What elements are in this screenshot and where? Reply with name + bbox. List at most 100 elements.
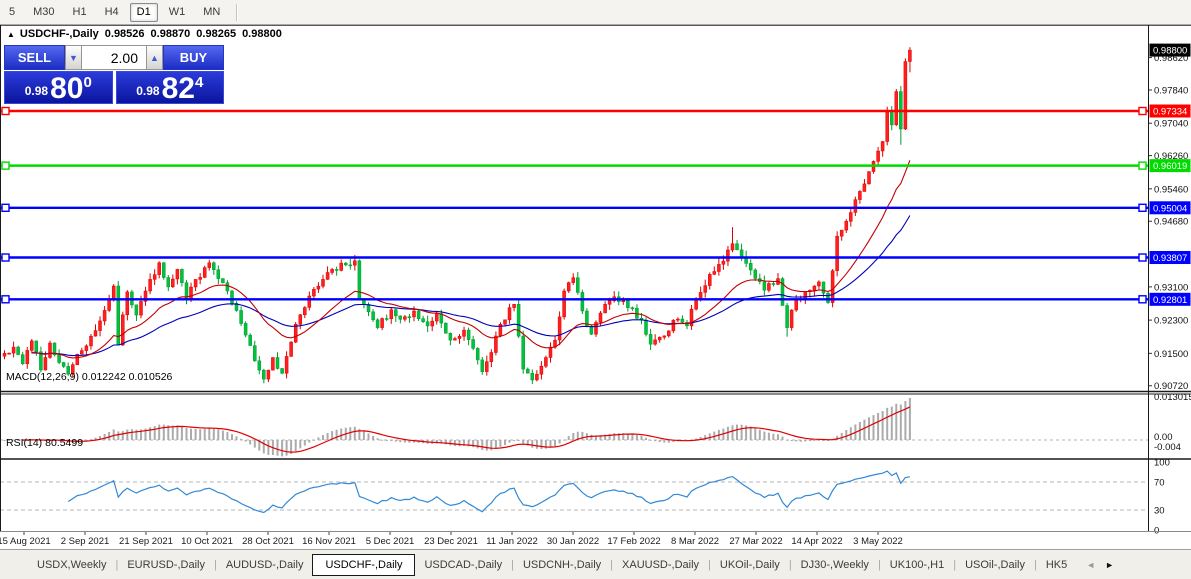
date-label: 3 May 2022: [853, 536, 903, 547]
close-value: 0.98800: [242, 28, 282, 40]
timeframe-button-d1[interactable]: D1: [130, 3, 158, 22]
horizontal-line-0.92801[interactable]: 0.92801: [1, 293, 1191, 306]
horizontal-line-0.93807[interactable]: 0.93807: [1, 251, 1191, 264]
macd-axis-label: -0.004: [1154, 442, 1181, 453]
bid-price-main: 80: [50, 75, 83, 102]
chart-window: 0.973340.960190.950040.938070.928010.986…: [0, 25, 1191, 549]
macd-indicator: [0, 398, 1148, 456]
horizontal-line-0.95004[interactable]: 0.95004: [1, 201, 1191, 214]
line-handle[interactable]: [1139, 108, 1146, 115]
svg-text:0.97840: 0.97840: [1154, 85, 1188, 96]
macd-indicator-header: MACD(12,26,9) 0.012242 0.010526: [6, 371, 172, 383]
tab-scroll-left-icon[interactable]: ◄: [1086, 560, 1095, 570]
line-handle[interactable]: [2, 162, 9, 169]
tab-dj30-weekly[interactable]: DJ30-,Weekly: [792, 555, 878, 575]
macd-label: MACD(12,26,9): [6, 371, 79, 383]
tab-audusd-daily[interactable]: AUDUSD-,Daily: [217, 555, 313, 575]
date-label: 21 Sep 2021: [119, 536, 173, 547]
date-label: 16 Nov 2021: [302, 536, 356, 547]
toolbar-separator: [236, 4, 238, 21]
tab-usoil-daily[interactable]: USOil-,Daily: [956, 555, 1034, 575]
timeframe-toolbar: 5M30 H1H4D1W1MN: [0, 0, 1191, 25]
moving-averages: [32, 160, 910, 358]
line-handle[interactable]: [2, 108, 9, 115]
volume-input[interactable]: [82, 45, 146, 70]
symbol-tab-bar: USDX,Weekly|EURUSD-,Daily|AUDUSD-,DailyU…: [0, 549, 1191, 579]
svg-text:0.92801: 0.92801: [1153, 295, 1187, 306]
tab-usdcad-daily[interactable]: USDCAD-,Daily: [415, 555, 511, 575]
volume-increase-button[interactable]: ▲: [146, 45, 163, 70]
volume-decrease-button[interactable]: ▼: [65, 45, 82, 70]
svg-text:0.92300: 0.92300: [1154, 316, 1188, 327]
tab-uk100-h1[interactable]: UK100-,H1: [881, 555, 953, 575]
timeframe-button-mn[interactable]: MN: [196, 3, 227, 22]
line-handle[interactable]: [1139, 254, 1146, 261]
spin-down-icon: ▼: [69, 53, 78, 63]
price-axis[interactable]: 0.986200.978400.970400.962600.954600.946…: [1148, 44, 1191, 537]
horizontal-line-0.97334[interactable]: 0.97334: [1, 105, 1191, 118]
date-label: 5 Dec 2021: [366, 536, 415, 547]
date-label: 14 Apr 2022: [791, 536, 842, 547]
sell-button[interactable]: SELL: [4, 45, 65, 70]
open-value: 0.98526: [105, 28, 145, 40]
symbol-label: USDCHF-,Daily: [20, 28, 99, 40]
rsi-axis-label: 70: [1154, 478, 1165, 489]
rsi-value: 80.5499: [45, 437, 83, 449]
timeframe-button-w1[interactable]: W1: [162, 3, 193, 22]
rsi-axis-label: 30: [1154, 506, 1165, 517]
horizontal-line-0.96019[interactable]: 0.96019: [1, 159, 1191, 172]
tab-usdcnh-daily[interactable]: USDCNH-,Daily: [514, 555, 610, 575]
tab-xauusd-daily[interactable]: XAUUSD-,Daily: [613, 555, 708, 575]
macd-signal-value: 0.010526: [129, 371, 173, 383]
timeframe-button-h4[interactable]: H4: [98, 3, 126, 22]
ask-price-display[interactable]: 0.98 82 4: [116, 71, 225, 104]
macd-main-value: 0.012242: [82, 371, 126, 383]
chart-title: ▲ USDCHF-,Daily 0.98526 0.98870 0.98265 …: [7, 28, 282, 40]
line-handle[interactable]: [1139, 296, 1146, 303]
date-axis[interactable]: 15 Aug 20212 Sep 202121 Sep 202110 Oct 2…: [0, 532, 903, 548]
ask-price-main: 82: [162, 75, 195, 102]
svg-text:0.97040: 0.97040: [1154, 119, 1188, 130]
buy-button[interactable]: BUY: [163, 45, 224, 70]
date-label: 15 Aug 2021: [0, 536, 51, 547]
mt4-terminal: { "ui": { "toolbar": { "timeframes": ["5…: [0, 0, 1191, 579]
rsi-indicator: [0, 471, 1148, 512]
line-handle[interactable]: [2, 254, 9, 261]
svg-text:0.90720: 0.90720: [1154, 381, 1188, 392]
svg-text:0.93100: 0.93100: [1154, 282, 1188, 293]
one-click-trading-panel: SELL ▼ ▲ BUY 0.98 80 0 0.98 82 4: [4, 45, 224, 104]
tab-usdx-weekly[interactable]: USDX,Weekly: [28, 555, 115, 575]
line-handle[interactable]: [1139, 204, 1146, 211]
bid-price-display[interactable]: 0.98 80 0: [4, 71, 113, 104]
timeframe-button-h1[interactable]: H1: [66, 3, 94, 22]
date-label: 17 Feb 2022: [607, 536, 660, 547]
timeframe-button-m30[interactable]: M30: [26, 3, 61, 22]
svg-text:0.95460: 0.95460: [1154, 184, 1188, 195]
svg-text:0.96260: 0.96260: [1154, 151, 1188, 162]
horizontal-line-objects[interactable]: 0.97334 0.96019 0.95004 0.93807 0.92801: [1, 105, 1191, 306]
date-label: 11 Jan 2022: [486, 536, 538, 547]
line-handle[interactable]: [2, 204, 9, 211]
svg-text:0.96019: 0.96019: [1153, 161, 1187, 172]
tab-eurusd-daily[interactable]: EURUSD-,Daily: [118, 555, 214, 575]
date-label: 23 Dec 2021: [424, 536, 478, 547]
timeframe-button-5[interactable]: 5: [2, 3, 22, 22]
date-label: 10 Oct 2021: [181, 536, 233, 547]
low-value: 0.98265: [196, 28, 236, 40]
line-handle[interactable]: [2, 296, 9, 303]
svg-text:0.93807: 0.93807: [1153, 253, 1187, 264]
bid-price-prefix: 0.98: [25, 84, 48, 98]
bid-price-pip: 0: [83, 74, 91, 91]
tab-ukoil-daily[interactable]: UKOil-,Daily: [711, 555, 789, 575]
spin-up-icon: ▲: [150, 53, 159, 63]
collapse-icon[interactable]: ▲: [7, 30, 15, 39]
tab-usdchf-daily[interactable]: USDCHF-,Daily: [312, 554, 415, 576]
svg-text:0.98800: 0.98800: [1153, 46, 1187, 57]
slow-ma-line: [32, 216, 910, 356]
line-handle[interactable]: [1139, 162, 1146, 169]
tab-scroll-right-icon[interactable]: ►: [1105, 560, 1114, 570]
fast-ma-line: [32, 160, 910, 358]
tab-hk5[interactable]: HK5: [1037, 555, 1076, 575]
ask-price-prefix: 0.98: [136, 84, 159, 98]
date-label: 28 Oct 2021: [242, 536, 294, 547]
